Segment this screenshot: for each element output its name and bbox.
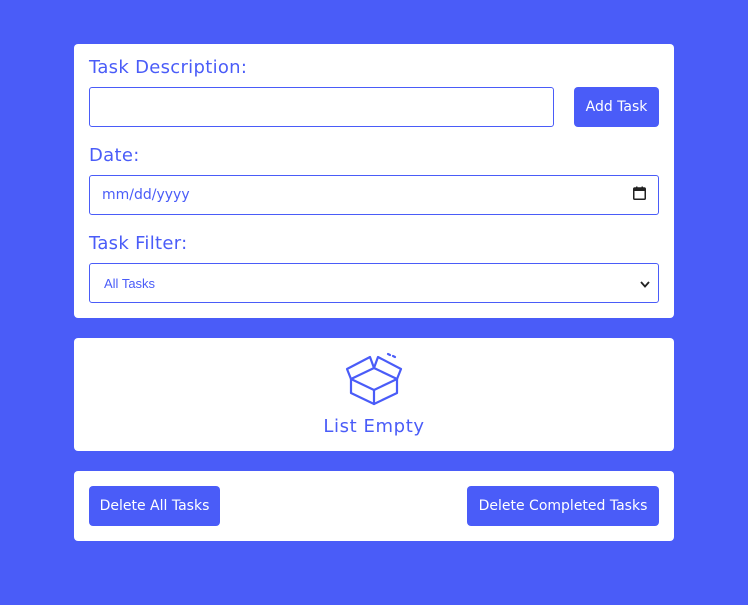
- date-placeholder: mm/dd/yyyy: [102, 187, 190, 203]
- date-label: Date:: [89, 145, 140, 166]
- task-list-empty-card: List Empty: [74, 338, 674, 451]
- list-empty-text: List Empty: [323, 416, 425, 437]
- actions-card: Delete All Tasks Delete Completed Tasks: [74, 471, 674, 541]
- open-box-icon: [345, 352, 403, 408]
- delete-all-tasks-button[interactable]: Delete All Tasks: [89, 486, 220, 526]
- calendar-icon[interactable]: [633, 186, 646, 204]
- date-input[interactable]: mm/dd/yyyy: [89, 175, 659, 215]
- chevron-down-icon: [640, 276, 650, 291]
- add-task-button[interactable]: Add Task: [574, 87, 659, 127]
- task-filter-label: Task Filter:: [89, 233, 188, 254]
- delete-completed-tasks-button[interactable]: Delete Completed Tasks: [467, 486, 659, 526]
- task-form-card: Task Description: Add Task Date: mm/dd/y…: [74, 44, 674, 318]
- task-filter-value: All Tasks: [104, 275, 156, 291]
- task-description-label: Task Description:: [89, 57, 248, 78]
- task-description-input[interactable]: [89, 87, 554, 127]
- task-filter-select[interactable]: All Tasks: [89, 263, 659, 303]
